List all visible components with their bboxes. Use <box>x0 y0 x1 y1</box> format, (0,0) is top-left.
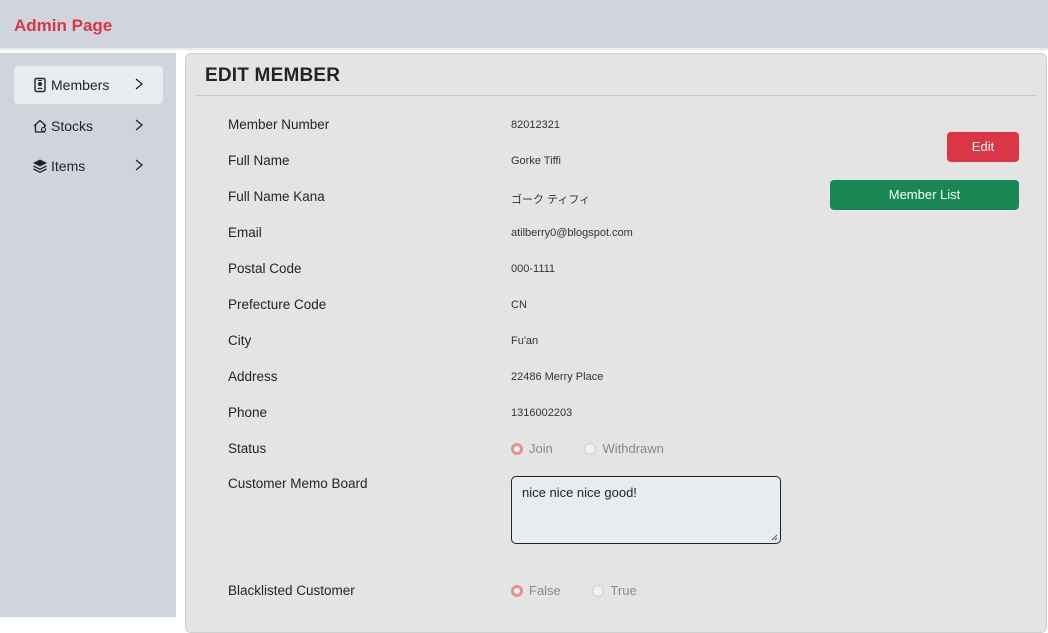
resize-grip-icon[interactable] <box>770 533 778 541</box>
status-radio-join[interactable]: Join <box>511 441 553 456</box>
prefecture-code-row: Prefecture Code CN <box>186 297 826 321</box>
sidebar: Members Stocks Items <box>0 53 176 617</box>
phone-row: Phone 1316002203 <box>186 405 826 429</box>
member-number-row: Member Number 82012321 <box>186 117 826 141</box>
email-label: Email <box>228 225 262 240</box>
address-value: 22486 Merry Place <box>511 371 604 383</box>
memo-row: Customer Memo Board nice nice nice good! <box>186 476 826 546</box>
brand-title[interactable]: Admin Page <box>14 16 112 36</box>
postal-code-value: 000-1111 <box>511 263 556 275</box>
status-row: Status Join Withdrawn <box>186 441 826 465</box>
full-name-label: Full Name <box>228 153 290 168</box>
top-navbar: Admin Page <box>0 0 1048 50</box>
full-name-row: Full Name Gorke Tiffi <box>186 153 826 177</box>
full-name-kana-row: Full Name Kana ゴーク ティフィ <box>186 189 826 213</box>
status-radio-group: Join Withdrawn <box>511 441 692 456</box>
radio-label: Withdrawn <box>602 441 664 456</box>
blacklisted-label: Blacklisted Customer <box>228 583 355 598</box>
blacklisted-radio-false[interactable]: False <box>511 583 561 598</box>
sidebar-item-label: Members <box>51 77 110 93</box>
member-list-button[interactable]: Member List <box>830 180 1019 210</box>
member-number-value: 82012321 <box>511 119 560 131</box>
blacklisted-row: Blacklisted Customer False True <box>186 583 826 607</box>
city-label: City <box>228 333 252 348</box>
city-value: Fu'an <box>511 335 539 347</box>
full-name-value: Gorke Tiffi <box>511 155 561 167</box>
radio-selected-icon <box>511 443 523 455</box>
postal-code-label: Postal Code <box>228 261 302 276</box>
radio-unselected-icon <box>584 443 597 455</box>
full-name-kana-label: Full Name Kana <box>228 189 325 204</box>
sidebar-item-label: Items <box>51 158 86 174</box>
sidebar-item-members[interactable]: Members <box>14 66 163 104</box>
memo-textarea[interactable]: nice nice nice good! <box>511 476 781 544</box>
radio-unselected-icon <box>592 585 605 597</box>
person-badge-icon <box>34 77 46 93</box>
status-label: Status <box>228 441 267 456</box>
radio-selected-icon <box>511 585 523 597</box>
chevron-right-icon <box>135 159 144 171</box>
stack-icon <box>33 159 47 174</box>
radio-label: False <box>529 583 561 598</box>
sidebar-item-stocks[interactable]: Stocks <box>14 107 163 145</box>
full-name-kana-value: ゴーク ティフィ <box>511 194 591 206</box>
prefecture-code-value: CN <box>511 299 527 311</box>
memo-label: Customer Memo Board <box>228 476 368 491</box>
house-gear-icon <box>33 119 47 133</box>
email-row: Email atilberry0@blogspot.com <box>186 225 826 249</box>
chevron-right-icon <box>135 78 144 90</box>
email-value: atilberry0@blogspot.com <box>511 227 633 239</box>
city-row: City Fu'an <box>186 333 826 357</box>
blacklisted-radio-group: False True <box>511 583 665 598</box>
chevron-right-icon <box>135 119 144 131</box>
member-number-label: Member Number <box>228 117 330 132</box>
edit-button[interactable]: Edit <box>947 132 1019 162</box>
radio-label: Join <box>529 441 553 456</box>
memo-text: nice nice nice good! <box>522 485 637 500</box>
status-radio-withdrawn[interactable]: Withdrawn <box>584 441 664 456</box>
address-row: Address 22486 Merry Place <box>186 369 826 393</box>
postal-code-row: Postal Code 000-1111 <box>186 261 826 285</box>
address-label: Address <box>228 369 278 384</box>
prefecture-code-label: Prefecture Code <box>228 297 327 312</box>
phone-label: Phone <box>228 405 268 420</box>
title-divider <box>196 95 1036 96</box>
edit-member-panel: EDIT MEMBER Member Number 82012321 Full … <box>185 53 1047 633</box>
sidebar-item-items[interactable]: Items <box>14 147 163 185</box>
blacklisted-radio-true[interactable]: True <box>592 583 637 598</box>
page-title: EDIT MEMBER <box>205 65 341 86</box>
sidebar-item-label: Stocks <box>51 118 94 134</box>
phone-value: 1316002203 <box>511 407 573 419</box>
radio-label: True <box>610 583 637 598</box>
